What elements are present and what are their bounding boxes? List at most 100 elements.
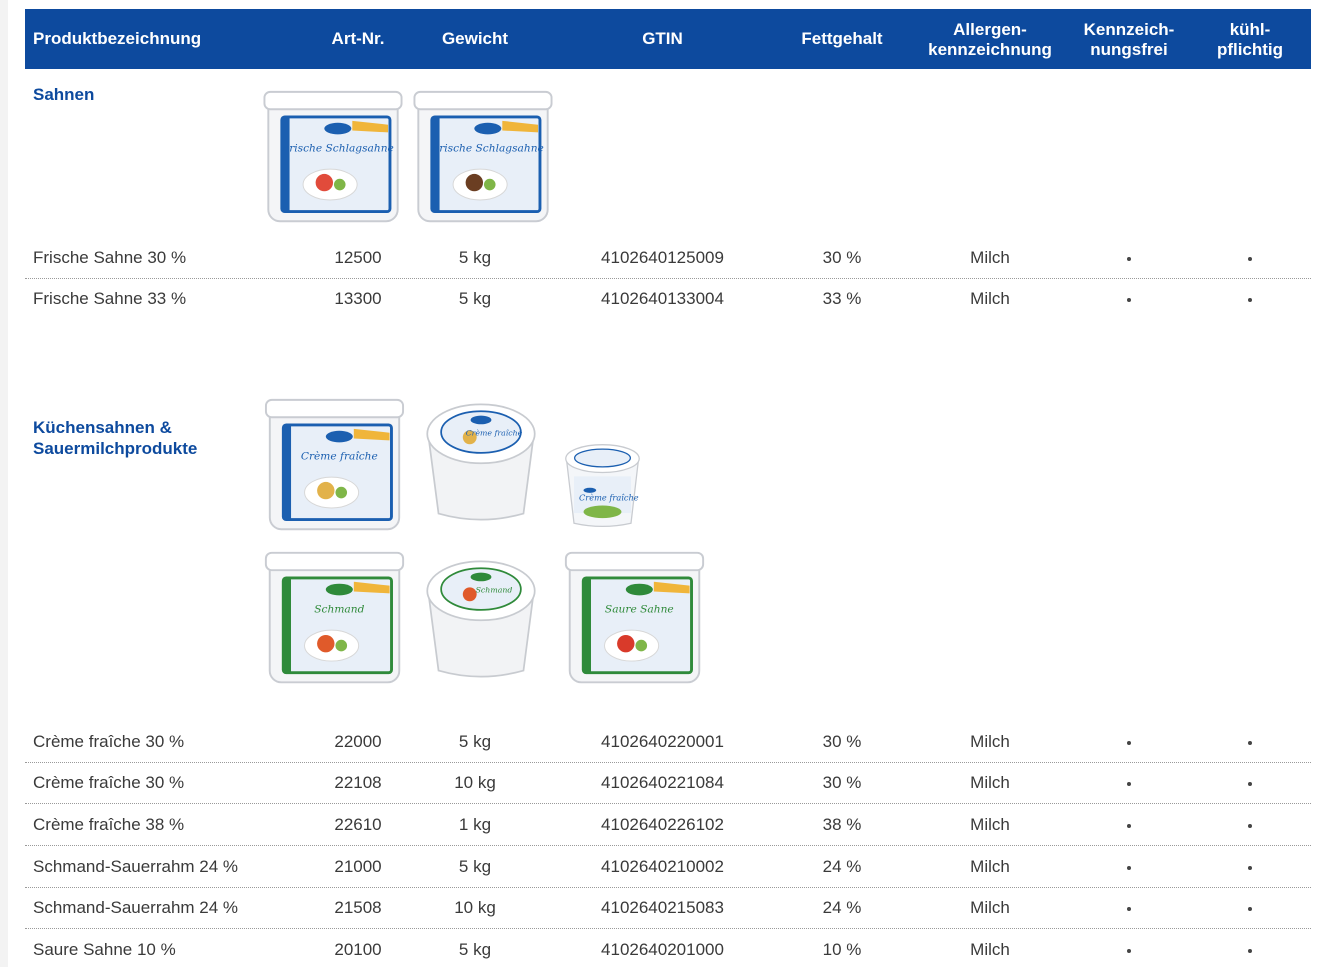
product-image-cup-round: Crème fraîche	[555, 428, 650, 543]
header-fettgehalt: Fettgehalt	[801, 29, 883, 48]
product-label-text: Crème fraîche	[466, 429, 523, 438]
kuehlpflichtig-dot	[1248, 865, 1252, 870]
gewicht-cell: 5 kg	[458, 940, 492, 959]
product-name-cell: Crème fraîche 38 %	[33, 815, 185, 834]
product-name-cell: Crème fraîche 30 %	[33, 732, 185, 751]
art-nr-cell: 22000	[334, 732, 382, 751]
table-row: Crème fraîche 30 % 22000 5 kg 4102640220001…	[25, 721, 1311, 763]
gtin-cell: 4102640226102	[601, 815, 724, 834]
kuehlpflichtig-dot	[1248, 297, 1252, 302]
kennzeichnungsfrei-dot	[1127, 256, 1131, 261]
gtin-cell: 4102640133004	[601, 289, 724, 308]
gewicht-cell: 5 kg	[458, 248, 492, 267]
product-label-text: Schmand	[476, 586, 513, 595]
table-row: Saure Sahne 10 % 20100 5 kg 4102640201000 10…	[25, 929, 1311, 970]
product-illustration: Crème fraîche	[264, 398, 405, 531]
kuehlpflichtig-dot-cell	[1210, 721, 1290, 762]
allergen-cell: Milch	[970, 289, 1010, 308]
product-illustration: Schmand	[426, 560, 536, 678]
product-illustration: Frische Schlagsahne	[263, 90, 403, 223]
table-row: Schmand-Sauerrahm 24 % 21000 5 kg 410264021…	[25, 846, 1311, 888]
product-label-text: Crème fraîche	[579, 492, 639, 502]
header-produktbezeichnung: Produktbezeichnung	[33, 29, 202, 48]
section-title-kuechensahnen: Küchensahnen & Sauermilchprodukte	[33, 418, 198, 458]
kennzeichnungsfrei-dot-cell	[1089, 929, 1169, 970]
fettgehalt-cell: 38 %	[822, 815, 862, 834]
fettgehalt-cell: 30 %	[822, 248, 862, 267]
product-label-text: Crème fraîche	[301, 450, 378, 463]
kennzeichnungsfrei-dot-cell	[1089, 804, 1169, 845]
table-row: Schmand-Sauerrahm 24 % 21508 10 kg 41026402…	[25, 887, 1311, 929]
fettgehalt-cell: 24 %	[822, 898, 862, 917]
product-label-text: Frische Schlagsahne	[281, 142, 394, 155]
header-art-nr: Art-Nr.	[331, 29, 385, 48]
kuehlpflichtig-dot-cell	[1210, 237, 1290, 278]
header-gtin: GTIN	[642, 29, 683, 48]
gewicht-cell: 10 kg	[454, 773, 496, 792]
art-nr-cell: 12500	[334, 248, 382, 267]
product-name-cell: Frische Sahne 33 %	[33, 289, 187, 308]
product-image-bucket-square: Crème fraîche	[262, 396, 407, 541]
gtin-cell: 4102640220001	[601, 732, 724, 751]
kennzeichnungsfrei-dot-cell	[1089, 887, 1169, 928]
kuehlpflichtig-dot-cell	[1210, 804, 1290, 845]
gtin-cell: 4102640210002	[601, 857, 724, 876]
page-edge	[0, 0, 8, 967]
kennzeichnungsfrei-dot-cell	[1089, 762, 1169, 803]
product-name-cell: Schmand-Sauerrahm 24 %	[33, 857, 239, 876]
table-row: Crème fraîche 38 % 22610 1 kg 4102640226102…	[25, 804, 1311, 846]
product-label-text: Frische Schlagsahne	[431, 142, 544, 155]
kennzeichnungsfrei-dot	[1127, 906, 1131, 911]
kuehlpflichtig-dot	[1248, 823, 1252, 828]
art-nr-cell: 21508	[334, 898, 382, 917]
allergen-cell: Milch	[970, 773, 1010, 792]
gtin-cell: 4102640125009	[601, 248, 724, 267]
kennzeichnungsfrei-dot	[1127, 948, 1131, 953]
fettgehalt-cell: 33 %	[822, 289, 862, 308]
product-illustration: Crème fraîche	[565, 444, 640, 528]
kennzeichnungsfrei-dot	[1127, 823, 1131, 828]
product-image-pail-round: Schmand	[416, 545, 546, 698]
header-kuehlpflichtig: kühl- pflichtig	[1216, 20, 1284, 59]
table-row: Crème fraîche 30 % 22108 10 kg 410264022108…	[25, 762, 1311, 804]
fettgehalt-cell: 30 %	[822, 732, 862, 751]
gtin-cell: 4102640221084	[601, 773, 724, 792]
kennzeichnungsfrei-dot	[1127, 865, 1131, 870]
header-allergenkennzeichnung: Allergen- kennzeichnung	[928, 20, 1052, 59]
kuehlpflichtig-dot-cell	[1210, 887, 1290, 928]
gewicht-cell: 5 kg	[458, 857, 492, 876]
product-illustration: Saure Sahne	[564, 551, 705, 684]
kennzeichnungsfrei-dot-cell	[1089, 721, 1169, 762]
kennzeichnungsfrei-dot	[1127, 740, 1131, 745]
kennzeichnungsfrei-dot	[1127, 781, 1131, 786]
product-image-bucket-square: Schmand	[262, 548, 407, 695]
kuehlpflichtig-dot-cell	[1210, 846, 1290, 887]
gewicht-cell: 5 kg	[458, 289, 492, 308]
art-nr-cell: 21000	[334, 857, 382, 876]
kuehlpflichtig-dot	[1248, 906, 1252, 911]
product-illustration: Schmand	[264, 551, 405, 684]
kennzeichnungsfrei-dot-cell	[1089, 846, 1169, 887]
gewicht-cell: 5 kg	[458, 732, 492, 751]
product-label-text: Saure Sahne	[605, 603, 674, 616]
gtin-cell: 4102640201000	[601, 940, 724, 959]
product-image-pail-round: Crème fraîche	[416, 388, 546, 541]
kuehlpflichtig-dot-cell	[1210, 762, 1290, 803]
product-name-cell: Crème fraîche 30 %	[33, 773, 185, 792]
product-image-bucket-square: Frische Schlagsahne	[408, 88, 558, 233]
kennzeichnungsfrei-dot	[1127, 297, 1131, 302]
header-kennzeichnungsfrei: Kennzeich- nungsfrei	[1083, 20, 1175, 59]
table-header: Produktbezeichnung Art-Nr. Gewicht GTIN …	[25, 9, 1311, 69]
art-nr-cell: 22108	[334, 773, 382, 792]
art-nr-cell: 13300	[334, 289, 382, 308]
fettgehalt-cell: 10 %	[822, 940, 862, 959]
kuehlpflichtig-dot	[1248, 948, 1252, 953]
gtin-cell: 4102640215083	[601, 898, 724, 917]
header-gewicht: Gewicht	[441, 29, 509, 48]
gewicht-cell: 1 kg	[458, 815, 492, 834]
product-name-cell: Schmand-Sauerrahm 24 %	[33, 898, 239, 917]
table-row: Frische Sahne 30 % 12500 5 kg 4102640125009…	[25, 237, 1311, 279]
allergen-cell: Milch	[970, 940, 1010, 959]
kuehlpflichtig-dot-cell	[1210, 278, 1290, 319]
kuehlpflichtig-dot	[1248, 256, 1252, 261]
